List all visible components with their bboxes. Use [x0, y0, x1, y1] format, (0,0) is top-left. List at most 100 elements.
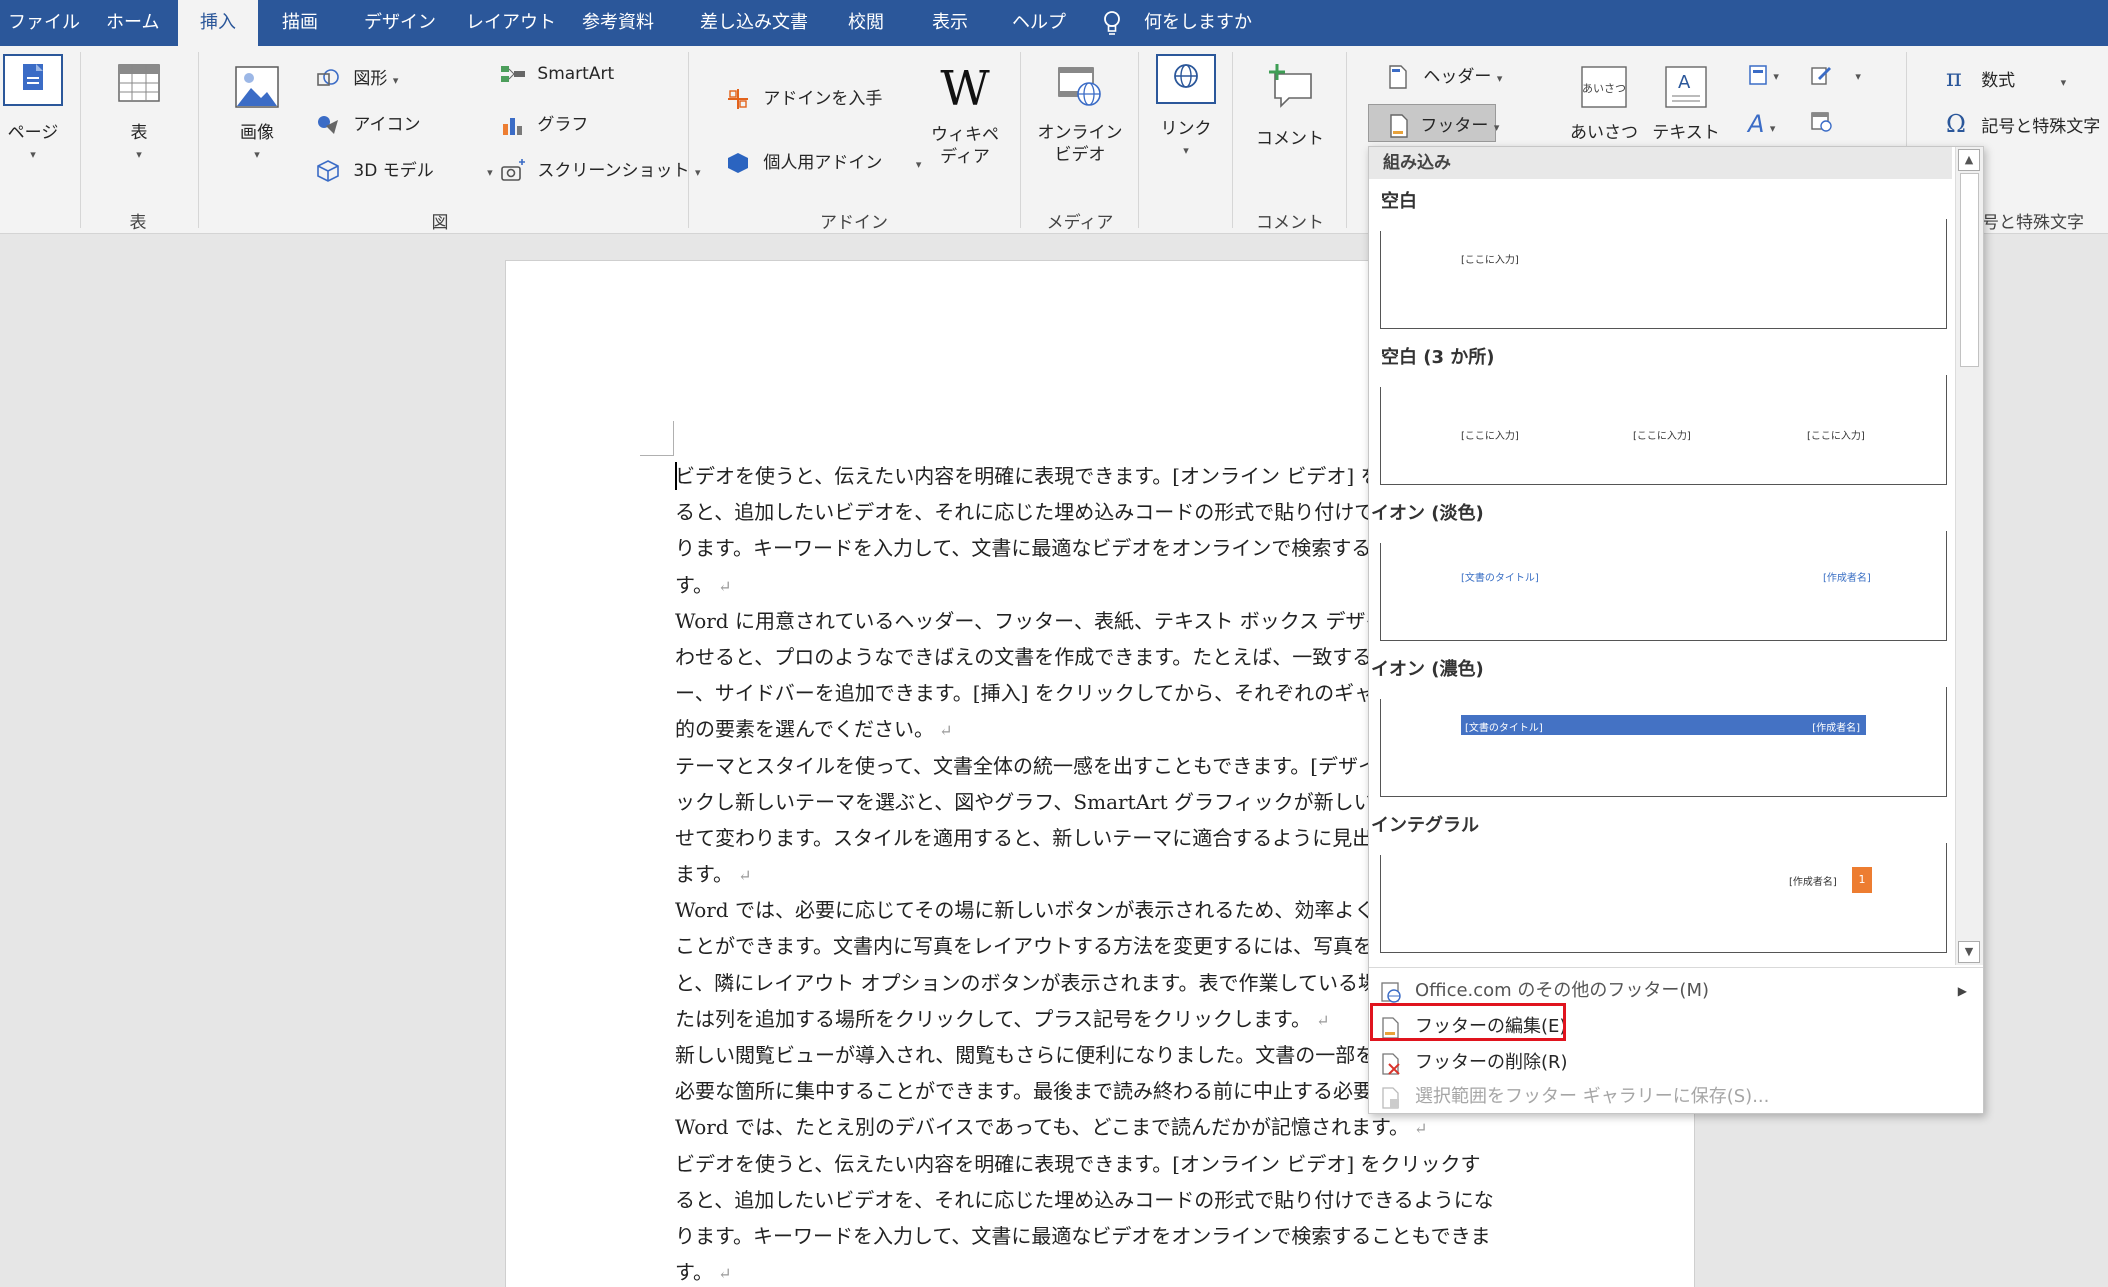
image-button[interactable]: 画像 ▾: [226, 66, 288, 166]
group-label-comment: コメント: [1256, 213, 1324, 233]
tab-view[interactable]: 表示: [932, 0, 968, 46]
shapes-button[interactable]: 図形 ▾: [316, 64, 398, 90]
tab-review[interactable]: 校閲: [848, 0, 884, 46]
scrollbar-thumb[interactable]: [1960, 173, 1979, 367]
chevron-down-icon: ▾: [1769, 122, 1776, 135]
document-text: す。: [675, 1260, 713, 1285]
tab-design[interactable]: デザイン: [364, 0, 436, 46]
tab-file[interactable]: ファイル: [8, 0, 80, 46]
textbox-button[interactable]: A テキスト: [1650, 64, 1722, 144]
group-separator: [688, 52, 689, 228]
link-button[interactable]: リンク ▾: [1154, 54, 1218, 172]
header-button[interactable]: ヘッダー ▾: [1388, 62, 1502, 89]
link-icon: [1156, 54, 1216, 104]
table-label: 表: [130, 123, 148, 143]
tell-me-search[interactable]: 何をしますか: [1144, 0, 1252, 46]
footer-remove-icon: [1382, 1053, 1400, 1075]
smartart-icon: [501, 66, 525, 82]
3d-models-button[interactable]: 3D モデル ▾: [316, 156, 493, 183]
quick-parts-button[interactable]: ▾: [1748, 64, 1779, 86]
document-text: ます。: [675, 862, 733, 887]
screenshot-icon: [501, 159, 525, 181]
chevron-down-icon: ▾: [487, 166, 493, 179]
icons-button[interactable]: アイコン: [316, 110, 421, 136]
screenshot-button[interactable]: スクリーンショット ▾: [500, 156, 701, 183]
menu-remove-footer-label: フッターの削除(R): [1415, 1052, 1568, 1073]
gallery-item-ion-light[interactable]: [文書のタイトル] [作成者名]: [1380, 531, 1947, 641]
tab-help[interactable]: ヘルプ: [1012, 0, 1066, 46]
ion-dark-footer-bar: [文書のタイトル] [作成者名]: [1461, 715, 1866, 735]
wikipedia-icon: W: [940, 61, 990, 117]
tab-draw[interactable]: 描画: [282, 0, 318, 46]
scroll-up-arrow-icon[interactable]: ▲: [1958, 149, 1980, 171]
my-addins-button[interactable]: 個人用アドイン ▾: [726, 148, 921, 175]
group-label-media: メディア: [1046, 213, 1114, 233]
chevron-down-icon: ▾: [1496, 72, 1503, 85]
get-addins-button[interactable]: アドインを入手: [726, 84, 882, 111]
document-text: ビデオを使うと、伝えたい内容を明確に表現できます。[オンライン ビデオ] をクリ…: [675, 464, 1481, 488]
greeting-button[interactable]: あいさつ あいさつ: [1568, 64, 1640, 144]
menu-save-to-gallery[interactable]: 選択範囲をフッター ギャラリーに保存(S)...: [1369, 1080, 1983, 1114]
gallery-scrollbar[interactable]: ▲ ▼: [1955, 147, 1983, 965]
wikipedia-button[interactable]: W ウィキペ ディア: [925, 64, 1005, 168]
wordart-button[interactable]: A ▾: [1748, 110, 1775, 138]
tab-mailings[interactable]: 差し込み文書: [700, 0, 808, 46]
tab-layout[interactable]: レイアウト: [466, 0, 556, 46]
document-text: ると、追加したいビデオを、それに応じた埋め込みコードの形式で貼り付けできるように…: [675, 1187, 1494, 1212]
text-cursor: [675, 462, 677, 490]
placeholder-text: [ここに入力]: [1461, 431, 1519, 442]
document-text-line[interactable]: ります。キーワードを入力して、文書に最適なビデオをオンラインで検索することもでき…: [675, 1218, 1535, 1254]
document-text-line[interactable]: ると、追加したいビデオを、それに応じた埋め込みコードの形式で貼り付けできるように…: [675, 1182, 1535, 1218]
table-button[interactable]: 表 ▾: [108, 64, 170, 166]
save-to-gallery-icon: [1382, 1087, 1399, 1109]
tab-references[interactable]: 参考資料: [582, 0, 654, 46]
pages-button[interactable]: ページ ▾: [2, 54, 64, 174]
gallery-item-title: イオン (濃色): [1371, 659, 1484, 680]
placeholder-text: [作成者名]: [1812, 723, 1860, 734]
chevron-down-icon: ▾: [1773, 70, 1779, 83]
gallery-item-blank[interactable]: [ここに入力]: [1380, 219, 1947, 329]
footer-icon: [1390, 114, 1408, 138]
document-text-line[interactable]: す。 ↵: [675, 1254, 1535, 1287]
footer-button[interactable]: フッター ▾: [1368, 104, 1499, 142]
cube-icon: [317, 160, 339, 182]
menu-save-to-gallery-label: 選択範囲をフッター ギャラリーに保存(S)...: [1415, 1086, 1770, 1107]
signature-line-button[interactable]: ▾: [1810, 64, 1861, 86]
smartart-button[interactable]: SmartArt: [500, 64, 614, 84]
symbol-button[interactable]: Ω 記号と特殊文字: [1946, 110, 2100, 138]
gallery-item-integral[interactable]: [作成者名] 1: [1380, 843, 1947, 953]
tab-home[interactable]: ホーム: [106, 0, 159, 46]
chevron-down-icon: ▾: [136, 148, 142, 161]
gallery-item-title: 空白 (3 か所): [1381, 347, 1495, 368]
scroll-down-arrow-icon[interactable]: ▼: [1958, 941, 1980, 963]
equation-button[interactable]: π 数式 ▾: [1946, 64, 2066, 92]
icons-label: アイコン: [353, 115, 421, 135]
comment-button[interactable]: コメント: [1250, 64, 1330, 150]
page-number-badge: 1: [1852, 867, 1872, 893]
document-text-line[interactable]: Word では、たとえ別のデバイスであっても、どこまで読んだかが記憶されます。 …: [675, 1109, 1535, 1145]
placeholder-text: [ここに入力]: [1807, 431, 1865, 442]
paragraph-mark-icon: ↵: [733, 866, 752, 886]
document-text-line[interactable]: ビデオを使うと、伝えたい内容を明確に表現できます。[オンライン ビデオ] をクリ…: [675, 1146, 1535, 1182]
shapes-label: 図形: [353, 69, 388, 89]
group-label-table: 表: [129, 213, 147, 233]
add-plus-icon: [728, 89, 748, 109]
highlight-annotation-box: [1370, 1003, 1566, 1041]
my-addins-icon: [728, 153, 748, 173]
group-label-illustrations: 図: [431, 213, 449, 233]
get-addins-label: アドインを入手: [763, 89, 883, 109]
date-time-button[interactable]: [1810, 110, 1832, 132]
tab-insert[interactable]: 挿入: [178, 0, 258, 46]
gallery-item-ion-dark[interactable]: [文書のタイトル] [作成者名]: [1380, 687, 1947, 797]
document-text: と、隣にレイアウト オプションのボタンが表示されます。表で作業している場合は、行…: [675, 970, 1478, 995]
paragraph-mark-icon: ↵: [1311, 1010, 1330, 1030]
placeholder-text: [作成者名]: [1823, 573, 1871, 584]
menu-remove-footer[interactable]: フッターの削除(R): [1369, 1046, 1983, 1080]
header-label: ヘッダー: [1423, 67, 1492, 87]
placeholder-text: [文書のタイトル]: [1461, 573, 1539, 584]
group-separator: [1138, 52, 1139, 228]
lightbulb-icon: [1104, 11, 1120, 35]
online-video-button[interactable]: オンライン ビデオ: [1036, 64, 1124, 166]
gallery-item-blank-three-column[interactable]: [ここに入力] [ここに入力] [ここに入力]: [1380, 375, 1947, 485]
chart-button[interactable]: グラフ: [500, 110, 588, 136]
